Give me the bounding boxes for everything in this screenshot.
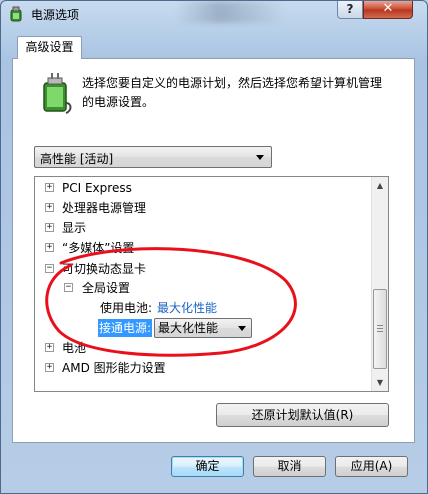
on-battery-label: 使用电池: — [100, 301, 153, 315]
on-battery-value[interactable]: 最大化性能 — [157, 298, 217, 318]
power-plan-value: 高性能 [活动] — [40, 152, 114, 166]
settings-tree[interactable]: + PCI Express + 处理器电源管理 + 显示 + “多媒体”设置 −… — [34, 176, 389, 392]
grip-line — [377, 331, 383, 332]
cancel-button[interactable]: 取消 — [253, 456, 326, 477]
plan-description: 选择您要自定义的电源计划，然后选择您希望计算机管理的电源设置。 — [82, 76, 383, 109]
scrollbar-thumb[interactable] — [373, 289, 387, 369]
tree-item-label: 全局设置 — [82, 281, 131, 295]
power-plan-icon — [10, 6, 22, 22]
tab-advanced-settings[interactable]: 高级设置 — [17, 36, 82, 59]
close-button[interactable]: ✕ — [363, 1, 413, 19]
tree-item-label: 电池 — [62, 341, 87, 355]
expand-icon[interactable]: + — [45, 183, 54, 192]
plugged-in-label: 接通电源: — [98, 319, 153, 337]
expand-icon[interactable]: + — [45, 203, 54, 212]
help-button[interactable]: ? — [337, 1, 363, 19]
expand-icon[interactable]: + — [45, 223, 54, 232]
power-options-window: 电源选项 ? ✕ 高级设置 选择您要自定义的电源计划，然后选择您希望计算机管理的… — [0, 0, 428, 494]
plugged-in-dropdown[interactable]: 最大化性能 — [154, 318, 252, 338]
power-plan-dropdown[interactable]: 高性能 [活动] — [34, 146, 272, 168]
grip-line — [377, 328, 383, 329]
vertical-scrollbar[interactable]: ▲ ▼ — [371, 177, 388, 391]
battery-plug-icon — [43, 73, 72, 114]
ok-button[interactable]: 确定 — [171, 456, 244, 477]
expand-icon[interactable]: + — [45, 243, 54, 252]
tree-item-label: 处理器电源管理 — [62, 201, 147, 215]
chevron-down-icon — [238, 326, 246, 331]
expand-icon[interactable]: + — [45, 343, 54, 352]
window-title: 电源选项 — [31, 8, 80, 22]
tree-item-label: 显示 — [62, 221, 87, 235]
title-bar[interactable]: 电源选项 ? ✕ — [1, 1, 427, 27]
scroll-up-icon[interactable]: ▲ — [372, 177, 388, 194]
tree-item-label: “多媒体”设置 — [62, 241, 135, 255]
scroll-down-icon[interactable]: ▼ — [372, 374, 388, 391]
expand-icon[interactable]: + — [45, 363, 54, 372]
collapse-icon[interactable]: − — [64, 283, 73, 292]
chevron-down-icon — [256, 155, 264, 160]
tree-item-label: PCI Express — [62, 181, 132, 195]
tree-item-label: 可切换动态显卡 — [62, 262, 147, 276]
blurred-background — [176, 1, 286, 23]
collapse-icon[interactable]: − — [45, 264, 54, 273]
plugged-in-value: 最大化性能 — [158, 321, 219, 335]
grip-line — [377, 325, 383, 326]
restore-defaults-button[interactable]: 还原计划默认值(R) — [216, 403, 389, 427]
tree-item-label: AMD 图形能力设置 — [62, 361, 166, 375]
apply-button[interactable]: 应用(A) — [335, 456, 408, 477]
